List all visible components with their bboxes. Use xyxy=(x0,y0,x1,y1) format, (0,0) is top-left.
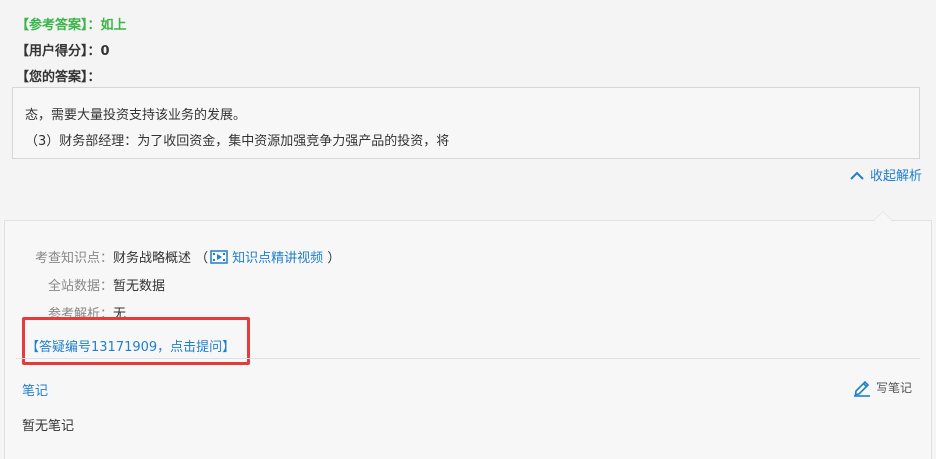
pencil-icon xyxy=(853,380,870,397)
answer-line-1: 态，需要大量投资支持该业务的发展。 xyxy=(25,108,247,123)
answer-line-2: （3）财务部经理：为了收回资金，集中资源加强竞争力强产品的投资，将 xyxy=(25,134,450,149)
panel-notch xyxy=(873,211,893,221)
knowledge-value: 财务战略概述 xyxy=(113,251,192,266)
ref-answer-label: 【参考答案】： xyxy=(16,18,101,33)
your-answer-label: 【您的答案】： xyxy=(16,70,101,85)
chevron-up-icon xyxy=(850,171,864,180)
ref-answer-row: 【参考答案】：如上 xyxy=(16,14,127,33)
paren-open: （ xyxy=(195,251,209,266)
collapse-analysis-label: 收起解析 xyxy=(869,169,922,184)
site-data-row: 全站数据： 暂无数据 xyxy=(5,275,165,294)
ref-answer-value: 如上 xyxy=(100,18,127,33)
notes-empty-text: 暂无笔记 xyxy=(22,419,75,434)
notes-title[interactable]: 笔记 xyxy=(22,380,48,399)
notes-divider xyxy=(16,358,920,359)
site-data-label: 全站数据： xyxy=(47,279,113,294)
user-score-label: 【用户得分】： xyxy=(16,44,101,59)
knowledge-label: 考查知识点： xyxy=(34,251,113,266)
knowledge-row: 考查知识点： 财务战略概述 （ 知识点精讲视频 ） xyxy=(5,247,340,266)
video-icon xyxy=(210,250,228,264)
your-answer-box[interactable]: 态，需要大量投资支持该业务的发展。 （3）财务部经理：为了收回资金，集中资源加强… xyxy=(12,87,920,159)
user-score-row: 【用户得分】：0 xyxy=(16,40,110,59)
video-link-label: 知识点精讲视频 xyxy=(232,251,324,266)
qa-ask-link[interactable]: 【答疑编号13171909，点击提问】 xyxy=(26,336,235,355)
your-answer-row: 【您的答案】： xyxy=(16,66,101,85)
write-note-button[interactable]: 写笔记 xyxy=(852,377,912,397)
collapse-analysis-button[interactable]: 收起解析 xyxy=(850,165,922,184)
user-score-value: 0 xyxy=(100,44,110,59)
write-note-label: 写笔记 xyxy=(875,380,912,395)
paren-close: ） xyxy=(327,251,341,266)
video-link[interactable]: 知识点精讲视频 xyxy=(208,250,324,266)
site-data-value: 暂无数据 xyxy=(113,279,166,294)
